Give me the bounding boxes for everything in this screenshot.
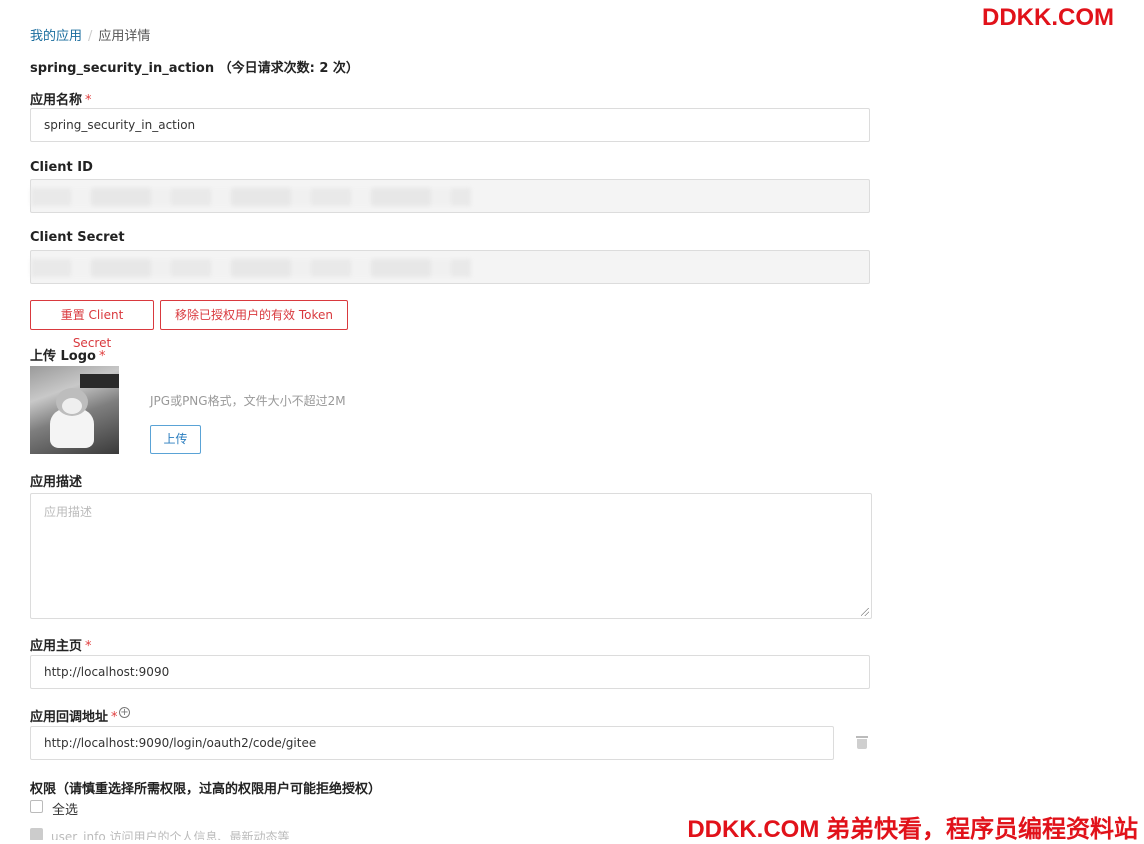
app-logo-image [30,366,119,454]
client-secret-field [30,250,870,284]
required-marker: * [111,710,118,725]
breadcrumb-current: 应用详情 [98,29,151,44]
revoke-tokens-button[interactable]: 移除已授权用户的有效 Token [160,300,348,330]
client-secret-label: Client Secret [30,230,125,245]
upload-hint: JPG或PNG格式，文件大小不超过2M [150,394,346,408]
description-placeholder: 应用描述 [44,505,93,519]
permissions-label: 权限（请慎重选择所需权限，过高的权限用户可能拒绝授权） [30,782,382,797]
homepage-input[interactable]: http://localhost:9090 [30,655,870,689]
homepage-label: 应用主页 * [30,635,92,654]
add-callback-icon[interactable]: + [119,707,130,718]
description-label: 应用描述 [30,475,83,490]
required-marker: * [98,349,106,364]
client-id-label: Client ID [30,160,93,175]
callback-input[interactable]: http://localhost:9090/login/oauth2/code/… [30,726,834,760]
redacted-value [31,259,471,277]
callback-label-text: 应用回调地址 [30,710,109,725]
select-all-checkbox[interactable] [30,800,43,813]
breadcrumb-my-apps-link[interactable]: 我的应用 [30,29,82,44]
logo-label-text: 上传 Logo [30,349,96,364]
callback-label: 应用回调地址 * [30,706,118,725]
resize-handle-icon[interactable] [861,608,869,616]
app-name-label: 应用名称 * [30,89,92,108]
breadcrumb: 我的应用 / 应用详情 [30,25,150,44]
required-marker: * [85,93,92,108]
watermark-top: DDKK.COM [982,4,1114,31]
select-all-label: 全选 [52,803,79,818]
app-name-label-text: 应用名称 [30,93,83,108]
client-id-field [30,179,870,213]
required-marker: * [85,639,92,654]
breadcrumb-separator: / [88,29,93,44]
logo-label: 上传 Logo * [30,345,105,364]
redacted-value [31,188,471,206]
app-name-input[interactable]: spring_security_in_action [30,108,870,142]
upload-logo-button[interactable]: 上传 [150,425,201,454]
homepage-label-text: 应用主页 [30,639,83,654]
permission-item-partial: user_info 访问用户的个人信息、最新动态等 [30,828,390,840]
permission-item-text: user_info 访问用户的个人信息、最新动态等 [51,830,290,840]
trash-icon[interactable] [856,736,868,749]
watermark-bottom: DDKK.COM 弟弟快看，程序员编程资料站 [687,816,1138,843]
description-textarea[interactable]: 应用描述 [30,493,872,619]
permission-checkbox[interactable] [30,828,43,840]
page-title: spring_security_in_action （今日请求次数: 2 次） [30,61,359,76]
reset-client-secret-button[interactable]: 重置 Client Secret [30,300,154,350]
